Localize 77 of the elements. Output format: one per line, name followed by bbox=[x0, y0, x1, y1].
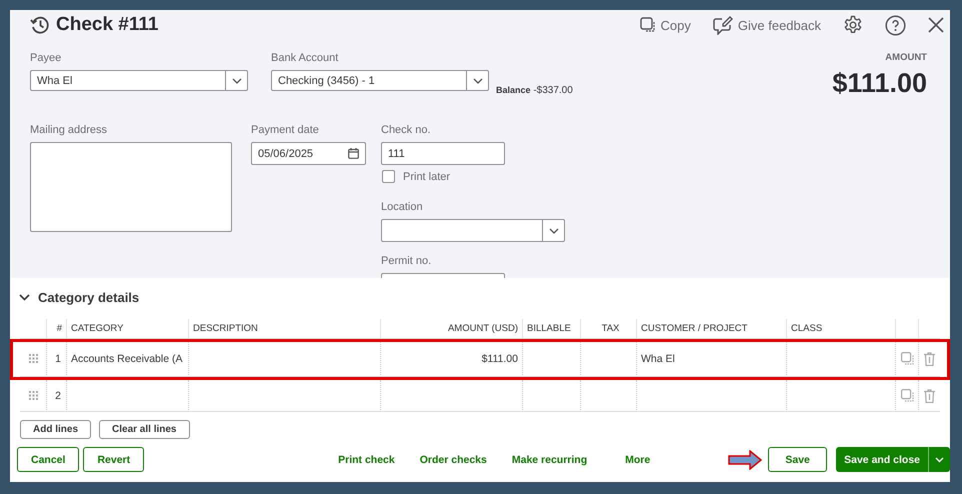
table-cell[interactable] bbox=[522, 341, 580, 377]
permit-no-label: Permit no. bbox=[381, 255, 432, 267]
payee-label: Payee bbox=[30, 52, 62, 64]
column-header: CATEGORY bbox=[66, 319, 188, 338]
caret-icon bbox=[548, 228, 558, 234]
check-no-field[interactable]: 111 bbox=[381, 142, 505, 165]
settings-icon bbox=[843, 15, 863, 35]
save-and-close-button[interactable]: Save and close bbox=[836, 447, 928, 472]
table-cell[interactable] bbox=[380, 380, 522, 412]
payment-date-field[interactable]: 05/06/2025 bbox=[251, 142, 366, 165]
copy-icon bbox=[640, 17, 656, 33]
table-cell[interactable] bbox=[786, 380, 895, 412]
amount-label: AMOUNT bbox=[884, 52, 927, 63]
table-cell[interactable] bbox=[580, 380, 636, 412]
copy-button[interactable]: Copy bbox=[640, 17, 691, 33]
bank-account-dropdown[interactable]: Checking (3456) - 1 bbox=[271, 70, 489, 91]
close-button[interactable] bbox=[928, 17, 944, 33]
table-action-button[interactable]: Clear all lines bbox=[99, 420, 190, 439]
table-cell[interactable] bbox=[66, 380, 188, 412]
table-cell[interactable] bbox=[580, 341, 636, 377]
check-no-label: Check no. bbox=[381, 124, 432, 136]
duplicate-icon[interactable] bbox=[900, 352, 914, 365]
revert-button[interactable]: Revert bbox=[83, 447, 144, 472]
caret-icon bbox=[472, 78, 482, 84]
payee-dropdown[interactable]: Wha El bbox=[30, 70, 248, 91]
column-header: DESCRIPTION bbox=[188, 319, 380, 338]
bank-account-label: Bank Account bbox=[271, 52, 340, 64]
footer-link[interactable]: Make recurring bbox=[512, 454, 588, 466]
close-icon bbox=[928, 17, 944, 33]
amount-value: $111.00 bbox=[832, 68, 927, 99]
payment-date-label: Payment date bbox=[251, 124, 320, 136]
duplicate-icon[interactable] bbox=[900, 389, 914, 402]
column-header: BILLABLE bbox=[522, 319, 580, 338]
arrow-icon bbox=[728, 450, 762, 470]
column-header: # bbox=[46, 319, 66, 338]
caret-icon bbox=[232, 78, 242, 84]
table-cell[interactable] bbox=[522, 380, 580, 412]
table-cell[interactable]: Wha El bbox=[636, 341, 786, 377]
footer-link[interactable]: Order checks bbox=[420, 454, 487, 466]
table-cell[interactable]: $111.00 bbox=[380, 341, 522, 377]
cancel-button[interactable]: Cancel bbox=[17, 447, 80, 472]
footer-link[interactable]: More bbox=[625, 454, 650, 466]
table-cell[interactable] bbox=[188, 341, 380, 377]
table-cell: 1 bbox=[46, 341, 66, 377]
column-header: AMOUNT (USD) bbox=[380, 319, 522, 338]
table-cell[interactable] bbox=[786, 341, 895, 377]
drag-handle-icon[interactable] bbox=[28, 391, 38, 400]
table-cell[interactable] bbox=[636, 380, 786, 412]
trash-icon[interactable] bbox=[924, 388, 935, 402]
save-options-button[interactable] bbox=[928, 447, 950, 472]
save-button[interactable]: Save bbox=[768, 447, 828, 472]
column-header: TAX bbox=[580, 319, 636, 338]
calendar-icon bbox=[348, 148, 359, 159]
mailing-address-field[interactable] bbox=[30, 142, 232, 232]
drag-handle-icon[interactable] bbox=[28, 354, 38, 363]
caret-icon bbox=[935, 456, 944, 462]
mailing-address-label: Mailing address bbox=[30, 124, 108, 136]
history-icon bbox=[30, 15, 50, 35]
print-later-checkbox[interactable]: Print later bbox=[382, 170, 450, 183]
location-dropdown[interactable] bbox=[381, 219, 565, 242]
feedback-button[interactable]: Give feedback bbox=[712, 16, 821, 34]
location-label: Location bbox=[381, 201, 424, 213]
feedback-icon bbox=[712, 16, 733, 34]
balance-text: Balance -$337.00 bbox=[496, 85, 573, 96]
table-action-button[interactable]: Add lines bbox=[20, 420, 92, 439]
help-icon bbox=[885, 14, 906, 36]
table-cell: 2 bbox=[46, 380, 66, 412]
table-cell[interactable]: Accounts Receivable (A bbox=[66, 341, 188, 377]
settings-button[interactable] bbox=[843, 15, 863, 35]
table-cell[interactable] bbox=[188, 380, 380, 412]
trash-icon[interactable] bbox=[924, 352, 935, 366]
footer-link[interactable]: Print check bbox=[338, 454, 395, 466]
column-header: CUSTOMER / PROJECT bbox=[636, 319, 786, 338]
window-title: Check #111 bbox=[56, 14, 158, 36]
help-button[interactable] bbox=[885, 14, 906, 36]
column-header: CLASS bbox=[786, 319, 895, 338]
category-details-toggle[interactable]: Category details bbox=[19, 290, 140, 305]
